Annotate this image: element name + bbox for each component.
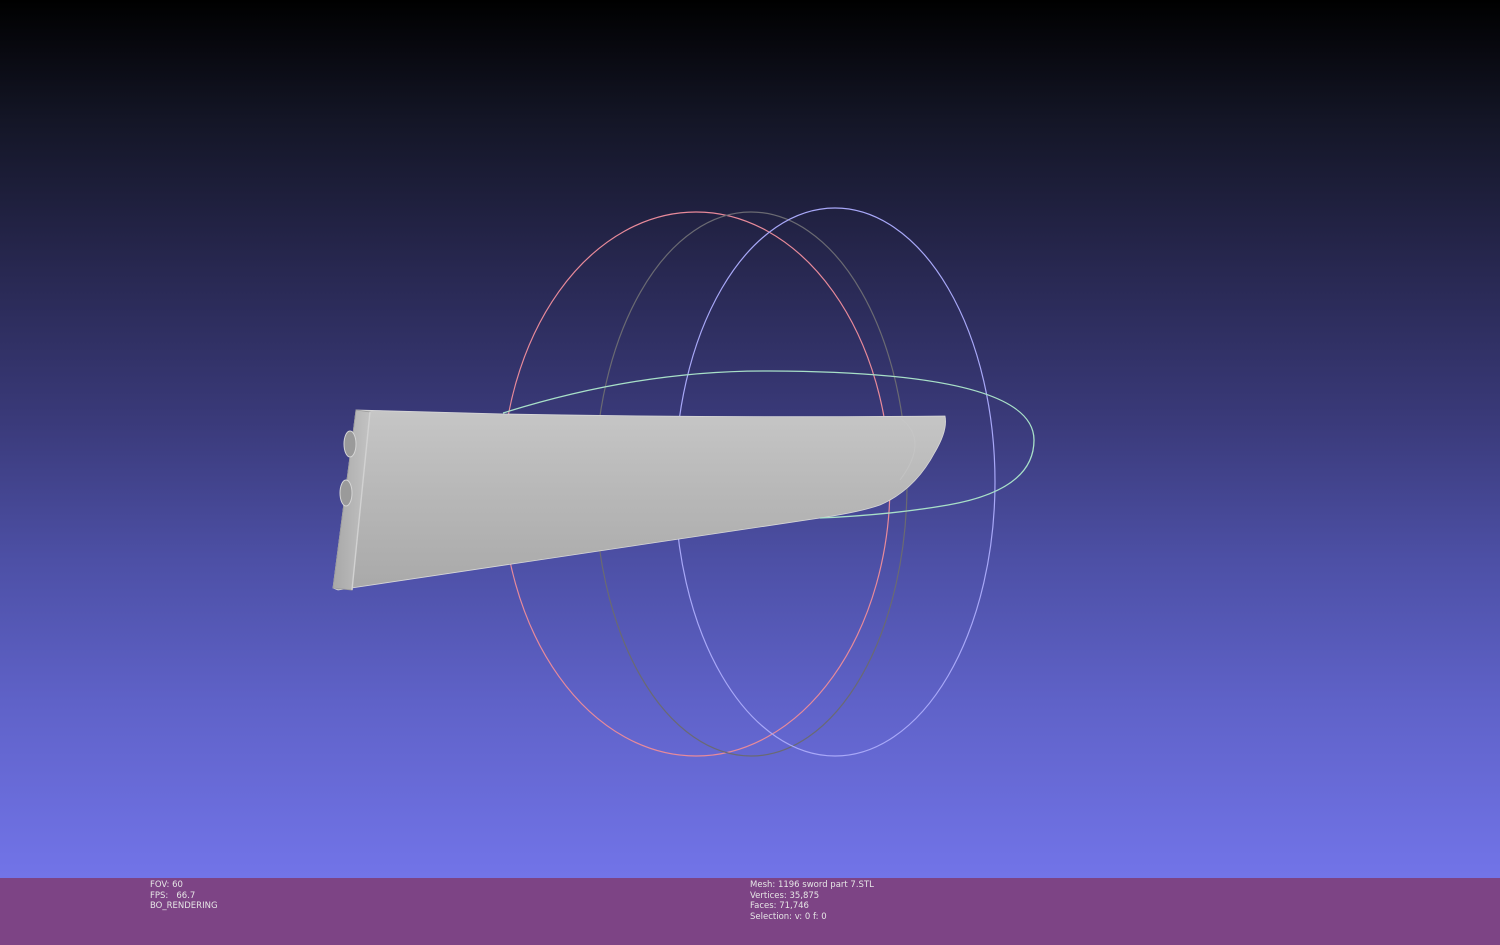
mesh-name-readout: Mesh: 1196 sword part 7.STL [750, 880, 874, 890]
faces-readout: Faces: 71,746 [750, 901, 809, 912]
mesh-info-panel: Mesh: 1196 sword part 7.STL Vertices: 35… [750, 880, 874, 922]
render-mode-readout: BO_RENDERING [150, 901, 218, 912]
render-info-panel: FOV: 60 FPS: 66.7 BO_RENDERING [150, 880, 218, 912]
fps-readout: FPS: 66.7 [150, 890, 196, 901]
mesh-sword-part[interactable] [332, 409, 946, 591]
mesh-hole-lower [339, 479, 353, 507]
3d-viewport[interactable] [0, 0, 1500, 878]
fov-readout: FOV: 60 [150, 880, 183, 890]
mesh-hole-upper [343, 430, 357, 458]
scene-canvas[interactable] [0, 0, 1500, 878]
selection-readout: Selection: v: 0 f: 0 [750, 911, 827, 922]
status-info-bar: FOV: 60 FPS: 66.7 BO_RENDERING Mesh: 119… [0, 878, 1500, 945]
vertices-readout: Vertices: 35,875 [750, 890, 820, 901]
